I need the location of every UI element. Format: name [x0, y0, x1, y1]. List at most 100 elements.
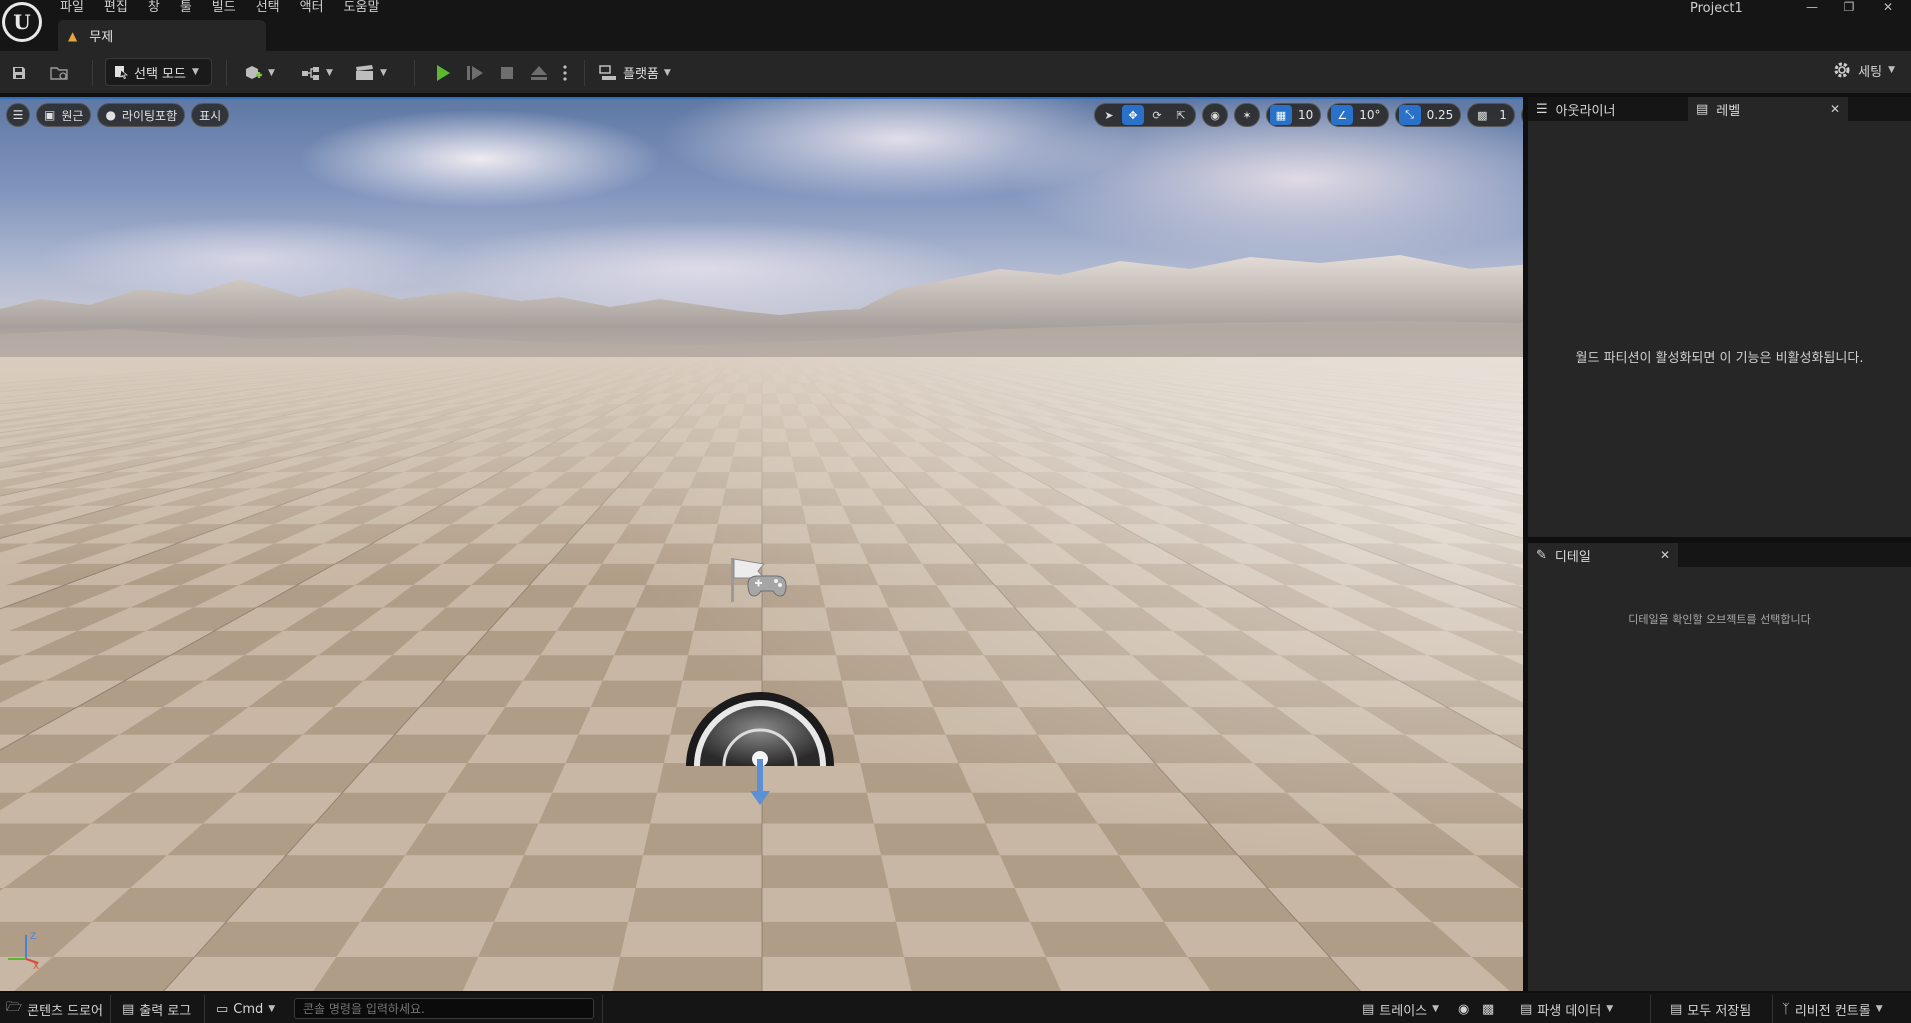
content-browser-icon[interactable] [46, 60, 72, 86]
derived-data-dropdown[interactable]: ▤ 파생 데이터 ▼ [1520, 999, 1613, 1019]
unreal-logo-icon[interactable]: U [2, 2, 42, 42]
blueprint-icon [302, 66, 319, 80]
coordinate-system-button[interactable]: ◉ [1202, 103, 1228, 127]
restore-icon[interactable]: ❐ [1834, 0, 1864, 16]
sky-sphere-actor-gizmo[interactable] [684, 689, 836, 809]
level-icon: ▲ [68, 28, 78, 43]
cmd-dropdown[interactable]: ▭ Cmd ▼ [216, 999, 275, 1019]
trace-dropdown[interactable]: ▤ 트레이스 ▼ [1362, 999, 1439, 1019]
add-actor-button[interactable]: ▼ [242, 51, 275, 94]
menu-tools[interactable]: 툴 [170, 0, 202, 16]
levels-disabled-message: 월드 파티션이 활성화되면 이 기능은 비활성화됩니다. [1575, 351, 1864, 366]
settings-button[interactable]: 세팅 ▼ [1832, 60, 1895, 80]
branch-icon: ᛉ [1782, 1001, 1790, 1017]
more-options-icon[interactable] [558, 60, 572, 86]
rotate-icon[interactable]: ⟳ [1146, 105, 1168, 125]
camera-speed-control[interactable]: ▩ 1 [1467, 103, 1515, 127]
menu-window[interactable]: 창 [138, 0, 170, 16]
checker-floor [0, 357, 1523, 991]
folder-icon: 🗁 [6, 1000, 23, 1015]
surface-snap-button[interactable]: ✶ [1234, 103, 1260, 127]
platforms-label: 플랫폼 [623, 67, 659, 82]
menu-actor[interactable]: 액터 [290, 0, 334, 16]
trace-label: 트레이스 [1379, 1003, 1428, 1019]
chevron-down-icon: ▼ [268, 67, 275, 78]
save-icon[interactable] [6, 60, 32, 86]
menu-help[interactable]: 도움말 [334, 0, 390, 16]
outliner-tab-label: 아웃라이너 [1555, 103, 1616, 119]
details-panel: 디테일을 확인할 오브젝트를 선택합니다 [1528, 567, 1911, 991]
stop-icon[interactable] [494, 60, 520, 86]
camera-icon: ▩ [1482, 1001, 1495, 1017]
viewport-menu-button[interactable]: ☰ [6, 103, 30, 127]
angle-icon: ∠ [1331, 105, 1354, 125]
minimize-icon[interactable]: — [1797, 0, 1827, 16]
output-log-button[interactable]: ▤ 출력 로그 [122, 999, 191, 1019]
select-arrow-icon[interactable]: ➤ [1098, 105, 1120, 125]
move-icon[interactable]: ✥ [1122, 105, 1144, 125]
save-all-status[interactable]: ▤ 모두 저장됨 [1670, 999, 1751, 1019]
tab-outliner[interactable]: ☰ 아웃라이너 [1528, 97, 1688, 121]
menu-file[interactable]: 파일 [50, 0, 94, 16]
add-actor-icon [246, 65, 262, 79]
viewport-toolbar-right: ➤ ✥ ⟳ ⇱ ◉ ✶ ▦ 10 ∠ 10° ⤡ 0.25 ▩ 1 ⊞ [1094, 103, 1523, 127]
right-panels: ☰ 아웃라이너 ▤ 레벨 ✕ 월드 파티션이 활성화되면 이 기능은 비활성화됩… [1523, 97, 1911, 991]
blueprints-button[interactable]: ▼ [300, 51, 333, 94]
step-icon[interactable] [462, 60, 488, 86]
scale-snap-icon: ⤡ [1398, 105, 1421, 125]
menu-select[interactable]: 선택 [246, 0, 290, 16]
rotation-snap-control[interactable]: ∠ 10° [1327, 103, 1389, 127]
show-button[interactable]: 표시 [191, 103, 230, 127]
cinematics-button[interactable]: ▼ [354, 51, 387, 94]
perspective-label: 원근 [61, 108, 84, 123]
record-button[interactable]: ◉ [1458, 999, 1469, 1019]
selection-mode-dropdown[interactable]: 선택 모드 ▼ [105, 58, 212, 86]
grid-snap-value: 10 [1298, 108, 1314, 122]
scale-snap-value: 0.25 [1426, 108, 1454, 122]
pencil-icon: ✎ [1536, 547, 1547, 563]
chevron-down-icon: ▼ [1606, 1004, 1614, 1014]
level-viewport[interactable]: ☰ ▣ 원근 ● 라이팅포함 표시 ➤ ✥ ⟳ ⇱ ◉ ✶ ▦ 10 ∠ 10° [0, 97, 1523, 991]
derived-data-icon: ▤ [1520, 1001, 1533, 1017]
chevron-down-icon: ▼ [268, 1004, 276, 1014]
axis-orientation-icon: Z X [8, 932, 39, 969]
surface-snap-icon: ✶ [1242, 108, 1252, 122]
level-document-tab[interactable]: ▲ 무제 [58, 20, 266, 51]
tab-details[interactable]: ✎ 디테일 ✕ [1528, 543, 1678, 567]
save-all-label: 모두 저장됨 [1687, 1003, 1752, 1019]
scale-icon[interactable]: ⇱ [1170, 105, 1192, 125]
title-bar: U 파일 편집 창 툴 빌드 선택 액터 도움말 Project1 — ❐ ✕ … [0, 0, 1911, 51]
play-icon[interactable] [430, 60, 456, 86]
console-command-input[interactable] [294, 998, 594, 1019]
perspective-button[interactable]: ▣ 원근 [36, 103, 92, 127]
content-drawer-button[interactable]: 🗁 콘텐츠 드로어 [6, 999, 103, 1019]
close-icon[interactable]: ✕ [1873, 0, 1903, 16]
grid-snap-control[interactable]: ▦ 10 [1266, 103, 1322, 127]
output-log-label: 출력 로그 [139, 1003, 192, 1019]
svg-text:X: X [33, 962, 39, 969]
menu-edit[interactable]: 편집 [94, 0, 138, 16]
chevron-down-icon: ▼ [380, 67, 387, 78]
platforms-dropdown[interactable]: 플랫폼 ▼ [598, 51, 671, 94]
menu-build[interactable]: 빌드 [202, 0, 246, 16]
chevron-down-icon: ▼ [1432, 1004, 1440, 1014]
eject-icon[interactable] [526, 60, 552, 86]
player-start-icon[interactable] [728, 554, 790, 604]
tab-levels[interactable]: ▤ 레벨 ✕ [1688, 97, 1848, 121]
save-status-icon: ▤ [1670, 1001, 1683, 1017]
status-bar: 🗁 콘텐츠 드로어 ▤ 출력 로그 ▭ Cmd ▼ ▤ 트레이스 ▼ ◉ ▩ ▤… [0, 993, 1911, 1023]
select-mode-icon [115, 66, 128, 79]
close-icon[interactable]: ✕ [1830, 102, 1840, 116]
main-toolbar: 선택 모드 ▼ ▼ ▼ ▼ 플랫폼 ▼ 세팅 ▼ [0, 51, 1911, 94]
content-drawer-label: 콘텐츠 드로어 [27, 1003, 104, 1019]
trace-icon: ▤ [1362, 1001, 1375, 1017]
revision-control-label: 리비전 컨트롤 [1794, 1003, 1871, 1019]
revision-control-dropdown[interactable]: ᛉ 리비전 컨트롤 ▼ [1782, 999, 1883, 1019]
levels-tab-label: 레벨 [1716, 103, 1741, 119]
scale-snap-control[interactable]: ⤡ 0.25 [1394, 103, 1462, 127]
clapperboard-icon [356, 64, 373, 80]
screenshot-button[interactable]: ▩ [1482, 999, 1494, 1019]
transform-tools: ➤ ✥ ⟳ ⇱ [1094, 103, 1196, 127]
close-icon[interactable]: ✕ [1660, 548, 1670, 562]
view-mode-button[interactable]: ● 라이팅포함 [97, 103, 186, 127]
